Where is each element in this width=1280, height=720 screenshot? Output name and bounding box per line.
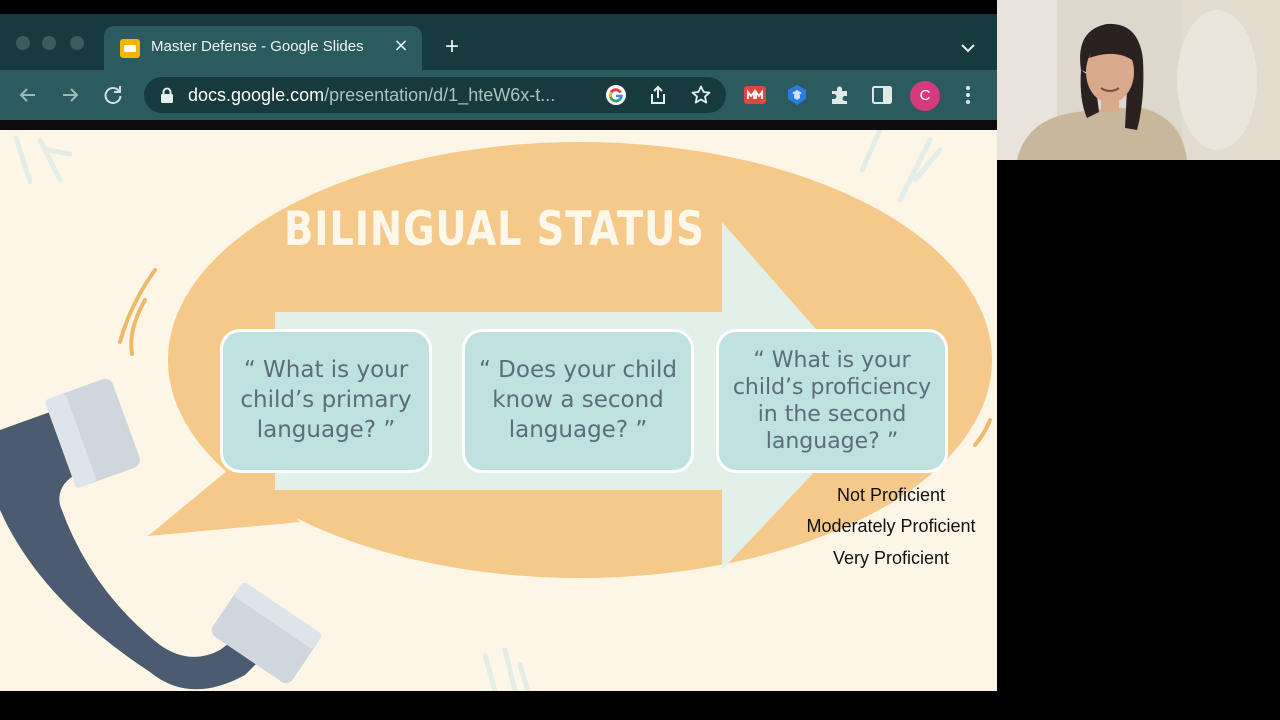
screen: Master Defense - Google Slides × + docs.…: [0, 0, 1280, 720]
back-icon[interactable]: [15, 82, 41, 108]
google-lens-icon[interactable]: [605, 84, 627, 106]
slide-title: BILINGUAL STATUS: [284, 202, 705, 257]
profile-avatar[interactable]: C: [910, 81, 940, 111]
window-close-control[interactable]: [16, 36, 30, 50]
url-path: /presentation/d/1_hteW6x-t...: [324, 85, 556, 105]
proficiency-level: Moderately Proficient: [806, 516, 976, 536]
question-box: “ What is your child’s primary language?…: [220, 329, 432, 473]
tab-close-button[interactable]: ×: [389, 34, 413, 58]
extension-red-icon[interactable]: [743, 83, 767, 107]
toolbar-divider: [0, 120, 997, 130]
browser-toolbar: docs.google.com/presentation/d/1_hteW6x-…: [0, 70, 997, 120]
tab-title: Master Defense - Google Slides: [151, 38, 364, 55]
side-panel-icon[interactable]: [870, 83, 894, 107]
lock-icon[interactable]: [160, 87, 174, 103]
window-zoom-control[interactable]: [70, 36, 84, 50]
question-text: “ What is your child’s proficiency in th…: [732, 347, 932, 455]
question-text: “ What is your child’s primary language?…: [240, 357, 412, 443]
browser-window: Master Defense - Google Slides × + docs.…: [0, 14, 997, 691]
forward-icon[interactable]: [57, 82, 83, 108]
url-host: docs.google.com: [188, 85, 325, 105]
bookmark-star-icon[interactable]: [690, 84, 712, 106]
reload-icon[interactable]: [100, 82, 126, 108]
question-box: “ Does your child know a second language…: [462, 329, 694, 473]
google-slides-favicon-icon: [120, 39, 140, 58]
tab-search-chevron-icon[interactable]: [956, 36, 980, 60]
presentation-slide: BILINGUAL STATUS “ What is your child’s …: [0, 130, 997, 691]
share-icon[interactable]: [647, 84, 669, 106]
proficiency-level: Not Proficient: [836, 485, 946, 505]
menu-icon[interactable]: [958, 83, 978, 107]
proficiency-level: Very Proficient: [832, 548, 950, 568]
address-bar[interactable]: docs.google.com/presentation/d/1_hteW6x-…: [144, 77, 726, 113]
tab-bar: Master Defense - Google Slides × +: [0, 14, 997, 70]
url-text[interactable]: docs.google.com/presentation/d/1_hteW6x-…: [188, 85, 555, 106]
presenter-video-image: [997, 0, 1280, 160]
question-text: “ Does your child know a second language…: [478, 357, 678, 443]
tab-active[interactable]: Master Defense - Google Slides ×: [104, 26, 422, 70]
extensions-puzzle-icon[interactable]: [828, 83, 852, 107]
webcam-video-feed: [997, 0, 1280, 160]
question-box: “ What is your child’s proficiency in th…: [716, 329, 948, 473]
extension-blue-icon[interactable]: [785, 83, 809, 107]
new-tab-button[interactable]: +: [438, 34, 466, 62]
window-minimize-control[interactable]: [42, 36, 56, 50]
